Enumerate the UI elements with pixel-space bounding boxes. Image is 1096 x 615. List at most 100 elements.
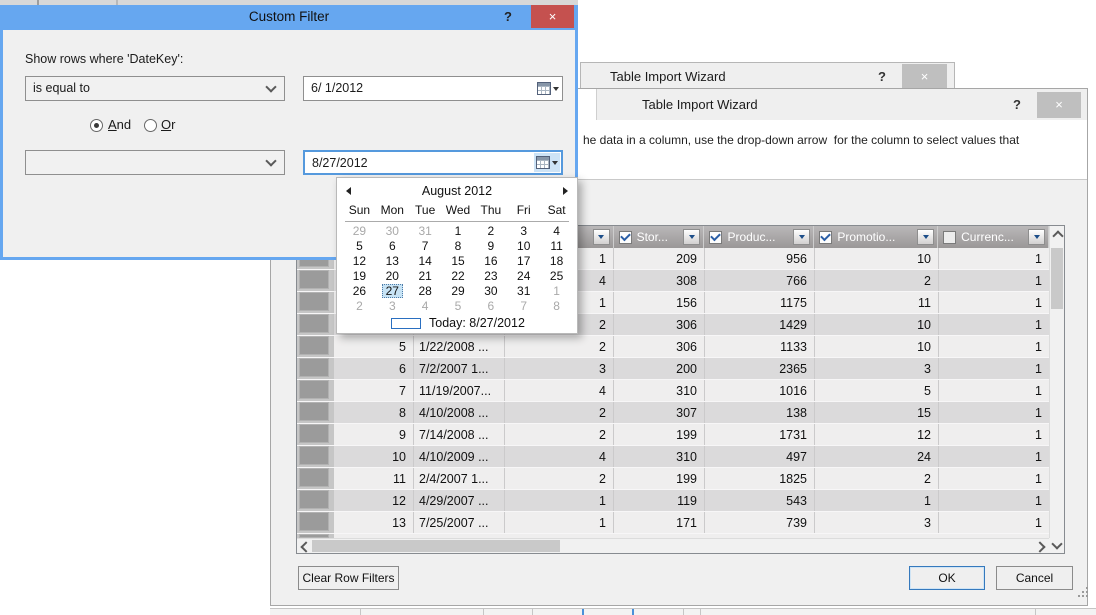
calendar-day[interactable]: 22 [442,269,475,284]
vertical-scrollbar-thumb[interactable] [1051,248,1063,309]
calendar-day[interactable]: 8 [540,299,573,314]
row-selector-box[interactable] [299,314,329,333]
and-label[interactable]: And [108,117,131,132]
row-selector[interactable] [297,468,334,489]
calendar-day[interactable]: 9 [474,239,507,254]
calendar-day[interactable]: 12 [343,254,376,269]
next-month-icon[interactable] [563,187,568,195]
calendar-day[interactable]: 2 [343,299,376,314]
row-selector[interactable] [297,336,334,357]
calendar-day[interactable]: 8 [442,239,475,254]
row-selector-box[interactable] [299,358,329,377]
calendar-day[interactable]: 29 [442,284,475,299]
row-selector[interactable] [297,270,334,291]
or-radio[interactable] [144,119,157,132]
calendar-day[interactable]: 31 [409,224,442,239]
operator1-combobox[interactable]: is equal to [25,76,285,101]
calendar-day[interactable]: 19 [343,269,376,284]
calendar-day[interactable]: 6 [474,299,507,314]
ok-button[interactable]: OK [909,566,985,590]
calendar-day[interactable]: 28 [409,284,442,299]
calendar-day[interactable]: 14 [409,254,442,269]
or-label[interactable]: Or [161,117,175,132]
close-icon[interactable]: × [1037,92,1081,118]
calendar-day[interactable]: 10 [507,239,540,254]
row-selector-box[interactable] [299,490,329,509]
help-icon[interactable]: ? [1009,97,1025,112]
calendar-day[interactable]: 5 [442,299,475,314]
calendar-day[interactable]: 3 [507,224,540,239]
resize-grip[interactable] [1078,595,1080,597]
calendar-day[interactable]: 7 [507,299,540,314]
help-icon[interactable]: ? [874,69,890,84]
row-selector[interactable] [297,314,334,335]
calendar-day[interactable]: 26 [343,284,376,299]
calendar-day[interactable]: 31 [507,284,540,299]
row-selector[interactable] [297,512,334,533]
calendar-day[interactable]: 24 [507,269,540,284]
cancel-button[interactable]: Cancel [996,566,1073,590]
row-selector-box[interactable] [299,446,329,465]
row-selector-box[interactable] [299,512,329,531]
row-selector-box[interactable] [299,424,329,443]
calendar-day[interactable]: 4 [409,299,442,314]
row-selector[interactable] [297,380,334,401]
column-filter-dropdown[interactable] [917,229,934,245]
scroll-left-arrow[interactable] [297,539,312,554]
calendar-day[interactable]: 5 [343,239,376,254]
row-selector[interactable] [297,424,334,445]
calendar-day[interactable]: 4 [540,224,573,239]
calendar-day[interactable]: 6 [376,239,409,254]
column-checkbox[interactable] [709,231,722,244]
date2-field[interactable]: 8/27/2012 [303,150,563,175]
column-filter-dropdown[interactable] [1028,229,1045,245]
horizontal-scrollbar-thumb[interactable] [312,540,560,552]
column-filter-dropdown[interactable] [683,229,700,245]
row-selector[interactable] [297,402,334,423]
calendar-month-title[interactable]: August 2012 [337,184,577,198]
calendar-day[interactable]: 1 [540,284,573,299]
help-icon[interactable]: ? [500,9,516,24]
close-icon[interactable]: × [902,64,947,89]
close-icon[interactable]: × [531,5,574,28]
row-selector-box[interactable] [299,292,329,311]
operator2-combobox[interactable] [25,150,285,175]
column-filter-dropdown[interactable] [793,229,810,245]
date1-picker-button[interactable] [535,78,561,99]
calendar-day[interactable]: 29 [343,224,376,239]
column-checkbox[interactable] [819,231,832,244]
title-bar[interactable]: Custom Filter ? × [0,5,578,30]
column-filter-dropdown[interactable] [593,229,610,245]
calendar-day[interactable]: 15 [442,254,475,269]
vertical-scrollbar[interactable] [1049,226,1064,538]
calendar-day[interactable]: 21 [409,269,442,284]
date2-picker-button[interactable] [534,153,560,172]
today-label[interactable]: Today: 8/27/2012 [429,316,525,330]
calendar-day[interactable]: 27 [376,284,409,299]
scroll-right-arrow[interactable] [1034,539,1049,554]
calendar-day[interactable]: 11 [540,239,573,254]
row-selector-box[interactable] [299,336,329,355]
scroll-up-arrow[interactable] [1050,226,1065,242]
horizontal-scrollbar[interactable] [297,538,1049,553]
calendar-day[interactable]: 20 [376,269,409,284]
column-checkbox[interactable] [943,231,956,244]
date1-field[interactable]: 6/ 1/2012 [303,76,563,101]
row-selector-box[interactable] [299,270,329,289]
calendar-day[interactable]: 7 [409,239,442,254]
row-selector-box[interactable] [299,468,329,487]
calendar-day[interactable]: 30 [474,284,507,299]
row-selector[interactable] [297,292,334,313]
row-selector-box[interactable] [299,380,329,399]
calendar-day[interactable]: 17 [507,254,540,269]
calendar-day[interactable]: 13 [376,254,409,269]
scroll-down-arrow[interactable] [1049,538,1064,553]
row-selector[interactable] [297,490,334,511]
row-selector[interactable] [297,446,334,467]
row-selector-box[interactable] [299,402,329,421]
calendar-day[interactable]: 1 [442,224,475,239]
calendar-day[interactable]: 3 [376,299,409,314]
calendar-day[interactable]: 16 [474,254,507,269]
clear-row-filters-button[interactable]: Clear Row Filters [298,566,399,590]
column-checkbox[interactable] [619,231,632,244]
